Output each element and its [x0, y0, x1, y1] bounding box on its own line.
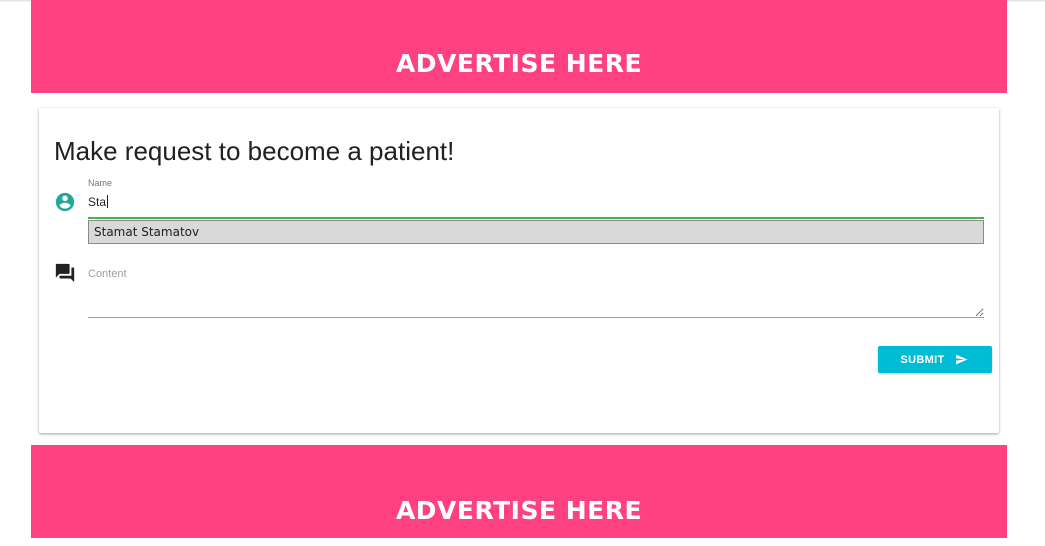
submit-button[interactable]: SUBMIT [878, 346, 992, 373]
name-label: Name [88, 178, 113, 188]
content-label: Content [88, 268, 127, 280]
submit-button-label: SUBMIT [900, 353, 945, 366]
page-title: Make request to become a patient! [54, 136, 455, 166]
text-caret [107, 195, 109, 208]
forum-icon [54, 262, 76, 284]
advertise-banner-text: ADVERTISE HERE [395, 496, 643, 525]
account-circle-icon [54, 191, 76, 213]
autocomplete-suggestion[interactable]: Stamat Stamatov [88, 220, 984, 244]
send-icon [956, 354, 968, 365]
patient-request-card: Make request to become a patient! Name S… [39, 108, 999, 433]
advertise-banner-top[interactable]: ADVERTISE HERE [31, 0, 1007, 93]
advertise-banner-text: ADVERTISE HERE [395, 49, 643, 78]
content-field[interactable] [88, 283, 984, 318]
name-field-value: Sta [88, 195, 107, 209]
name-field-underline [88, 217, 984, 219]
name-field[interactable]: Sta [88, 195, 109, 209]
advertise-banner-bottom[interactable]: ADVERTISE HERE [31, 445, 1007, 538]
